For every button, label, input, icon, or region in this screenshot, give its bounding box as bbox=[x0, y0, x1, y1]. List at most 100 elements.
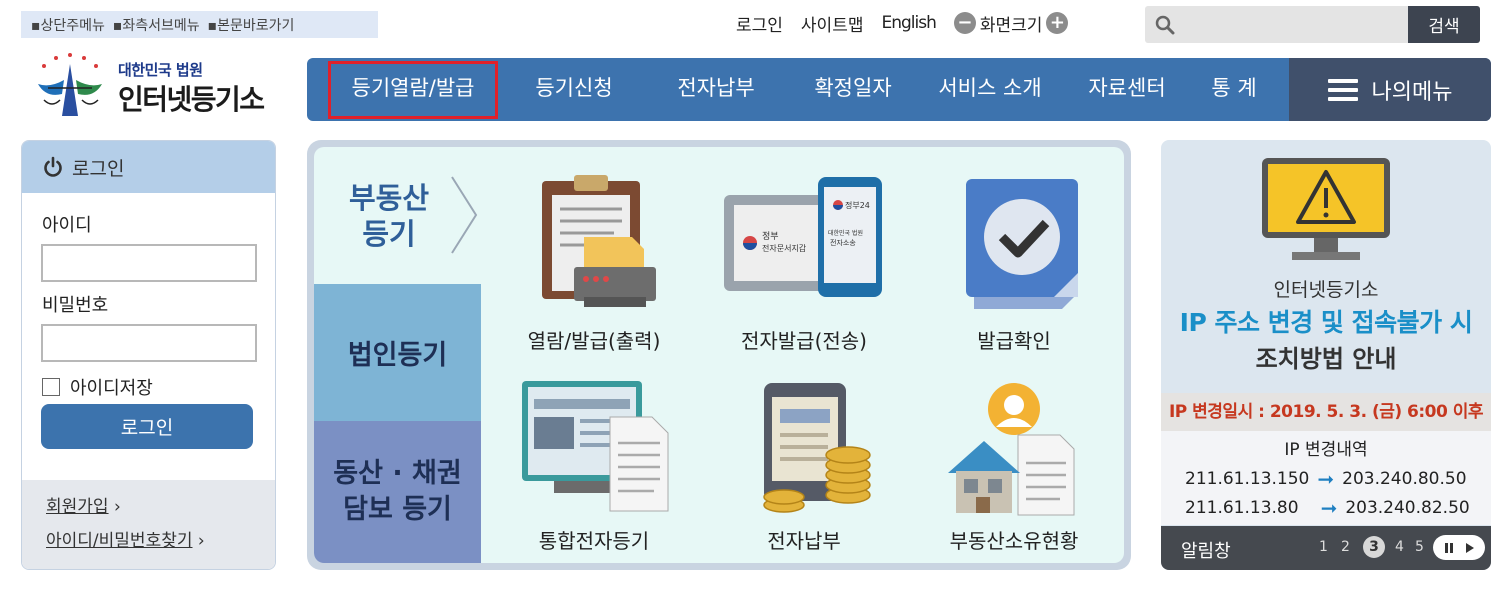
ip-from: 211.61.13.150 bbox=[1185, 469, 1310, 489]
category-label-line: 담보 등기 bbox=[343, 494, 452, 525]
sitemap-link[interactable]: 사이트맵 bbox=[801, 11, 864, 36]
service-label: 통합전자등기 bbox=[538, 529, 650, 553]
my-menu-label: 나의메뉴 bbox=[1371, 79, 1453, 105]
zoom-out-icon[interactable]: − bbox=[953, 12, 976, 34]
english-link[interactable]: English bbox=[881, 13, 936, 33]
ip-change-row: 211.61.13.80 ➞ 203.240.82.50 bbox=[1185, 496, 1470, 520]
pause-icon[interactable] bbox=[1443, 542, 1455, 554]
pause-play-toggle[interactable] bbox=[1433, 535, 1485, 560]
service-real-estate-ownership[interactable]: 부동산소유현황 bbox=[914, 379, 1114, 563]
service-view-issue[interactable]: 열람/발급(출력) bbox=[494, 175, 694, 365]
skip-link-main-menu[interactable]: ▪상단주메뉴 bbox=[31, 15, 105, 35]
join-link[interactable]: 회원가입 bbox=[46, 497, 109, 517]
service-label: 전자납부 bbox=[767, 529, 841, 553]
logo-title: 인터넷등기소 bbox=[118, 83, 265, 116]
service-panel: 부동산 등기 법인등기 동산 · 채권 담보 등기 열람/발급(출력) 정부 전… bbox=[307, 140, 1131, 570]
search-input[interactable] bbox=[1183, 11, 1403, 38]
page-2-button[interactable]: 2 bbox=[1341, 539, 1350, 555]
service-issue-confirm[interactable]: 발급확인 bbox=[914, 175, 1114, 365]
hamburger-icon bbox=[1327, 78, 1358, 101]
zoom-label: 화면크기 bbox=[979, 15, 1043, 36]
ip-change-row: 211.61.13.150 ➞ 203.240.80.50 bbox=[1185, 467, 1467, 491]
login-footer: 회원가입 › 아이디/비밀번호찾기 › bbox=[22, 480, 275, 569]
svg-text:전자문서지갑: 전자문서지갑 bbox=[762, 243, 807, 253]
nav-active-highlight bbox=[328, 61, 498, 119]
chevron-right-icon: › bbox=[113, 497, 121, 517]
password-field[interactable] bbox=[41, 324, 257, 362]
password-label: 비밀번호 bbox=[42, 295, 109, 316]
tablet-phone-icon: 정부 전자문서지갑 정부24 대한민국 법원 전자소송 bbox=[724, 177, 882, 297]
save-id-label: 아이디저장 bbox=[70, 378, 153, 399]
court-emblem-icon bbox=[38, 53, 102, 116]
utility-bar: 로그인 사이트맵 English − 화면크기 + bbox=[736, 8, 1069, 38]
page-4-button[interactable]: 4 bbox=[1395, 539, 1404, 555]
notice-pager-bar: 알림창 1 2 3 4 5 bbox=[1161, 526, 1491, 570]
search-icon bbox=[1155, 15, 1175, 35]
svg-text:대한민국 법원: 대한민국 법원 bbox=[828, 229, 863, 237]
service-label: 부동산소유현황 bbox=[949, 529, 1079, 553]
id-label: 아이디 bbox=[42, 215, 92, 236]
checkbox-box[interactable] bbox=[42, 378, 60, 396]
id-field[interactable] bbox=[41, 244, 257, 282]
category-real-estate-label: 부동산 등기 bbox=[344, 180, 434, 252]
ip-from: 211.61.13.80 bbox=[1185, 498, 1299, 518]
power-icon bbox=[44, 156, 62, 177]
site-logo[interactable]: 대한민국 법원 인터넷등기소 bbox=[30, 48, 280, 122]
nav-registry-apply[interactable]: 등기신청 bbox=[519, 58, 629, 121]
search-button[interactable]: 검색 bbox=[1408, 6, 1480, 43]
category-real-estate[interactable]: 부동산 등기 bbox=[314, 147, 484, 284]
login-header: 로그인 bbox=[22, 141, 275, 193]
find-account-link[interactable]: 아이디/비밀번호찾기 bbox=[46, 531, 193, 551]
page-3-button-current[interactable]: 3 bbox=[1363, 536, 1385, 558]
nav-e-payment[interactable]: 전자납부 bbox=[661, 58, 771, 121]
checkmark-icon bbox=[966, 179, 1078, 309]
monitor-document-icon bbox=[522, 381, 669, 512]
arrow-right-icon: ➞ bbox=[1317, 467, 1335, 491]
house-person-icon bbox=[948, 383, 1075, 516]
service-e-issue[interactable]: 정부 전자문서지갑 정부24 대한민국 법원 전자소송 전자발급(전송) bbox=[704, 175, 904, 365]
login-panel: 로그인 아이디 비밀번호 아이디저장 로그인 회원가입 › 아이디/비밀번호찾기… bbox=[21, 140, 276, 570]
category-label-line: 등기 bbox=[362, 217, 416, 251]
play-icon[interactable] bbox=[1463, 542, 1475, 554]
notice-panel[interactable]: 인터넷등기소 IP 주소 변경 및 접속불가 시 조치방법 안내 IP 변경일시… bbox=[1161, 140, 1491, 570]
page-1-button[interactable]: 1 bbox=[1319, 539, 1328, 555]
ip-to: 203.240.80.50 bbox=[1342, 469, 1467, 489]
category-label-line: 동산 · 채권 bbox=[333, 458, 462, 489]
service-label: 열람/발급(출력) bbox=[527, 329, 661, 353]
category-corporate[interactable]: 법인등기 bbox=[314, 284, 481, 421]
category-movable-collateral[interactable]: 동산 · 채권 담보 등기 bbox=[314, 421, 481, 563]
page-5-button[interactable]: 5 bbox=[1415, 539, 1424, 555]
skip-link-content[interactable]: ▪본문바로가기 bbox=[208, 15, 295, 35]
svg-text:정부24: 정부24 bbox=[845, 200, 870, 210]
chevron-right-icon bbox=[451, 176, 478, 254]
notice-detail: IP 변경일시 : 2019. 5. 3. (금) 6:00 이후 IP 변경내… bbox=[1161, 393, 1491, 525]
service-panel-inner: 부동산 등기 법인등기 동산 · 채권 담보 등기 열람/발급(출력) 정부 전… bbox=[314, 147, 1124, 563]
warning-monitor-icon bbox=[1262, 158, 1390, 260]
main-navigation: 등기열람/발급 등기신청 전자납부 확정일자 서비스 소개 자료센터 통 계 나… bbox=[307, 58, 1491, 121]
service-integrated-e-registry[interactable]: 통합전자등기 bbox=[494, 379, 694, 563]
notice-headline: IP 주소 변경 및 접속불가 시 bbox=[1179, 308, 1473, 337]
notice-line-3: 조치방법 안내 bbox=[1255, 345, 1397, 373]
search-box: 검색 bbox=[1145, 6, 1480, 43]
save-id-checkbox[interactable]: 아이디저장 bbox=[42, 374, 153, 400]
zoom-in-icon[interactable]: + bbox=[1046, 12, 1069, 34]
ip-to: 203.240.82.50 bbox=[1345, 498, 1470, 518]
notice-bar-title: 알림창 bbox=[1181, 541, 1231, 562]
arrow-right-icon: ➞ bbox=[1320, 496, 1338, 520]
service-e-payment[interactable]: 전자납부 bbox=[704, 379, 904, 563]
my-menu-button[interactable]: 나의메뉴 bbox=[1289, 58, 1491, 121]
service-label: 발급확인 bbox=[977, 329, 1051, 353]
skip-link-sub-menu[interactable]: ▪좌측서브메뉴 bbox=[113, 15, 200, 35]
notice-line-1: 인터넷등기소 bbox=[1273, 279, 1379, 301]
svg-text:전자소송: 전자소송 bbox=[830, 238, 856, 247]
login-link[interactable]: 로그인 bbox=[736, 11, 783, 36]
service-label: 전자발급(전송) bbox=[740, 329, 867, 353]
nav-statistics[interactable]: 통 계 bbox=[1199, 58, 1269, 121]
login-button[interactable]: 로그인 bbox=[41, 404, 253, 449]
tablet-coins-icon bbox=[763, 383, 871, 513]
chevron-right-icon: › bbox=[197, 531, 205, 551]
nav-service-intro[interactable]: 서비스 소개 bbox=[925, 58, 1055, 121]
nav-fixed-date[interactable]: 확정일자 bbox=[798, 58, 908, 121]
ip-change-date: IP 변경일시 : 2019. 5. 3. (금) 6:00 이후 bbox=[1161, 393, 1491, 431]
nav-resource-center[interactable]: 자료센터 bbox=[1077, 58, 1177, 121]
